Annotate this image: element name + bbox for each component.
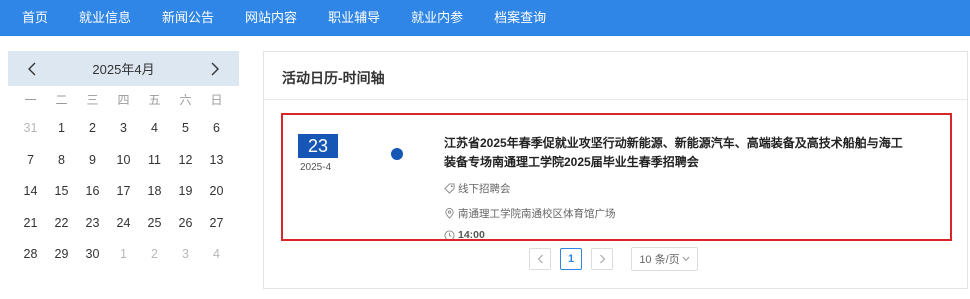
prev-page-button[interactable] <box>529 248 551 270</box>
nav-item-career-guidance[interactable]: 职业辅导 <box>317 0 391 36</box>
chevron-left-icon <box>537 254 543 264</box>
calendar-day[interactable]: 25 <box>139 208 170 240</box>
weekday-label: 日 <box>210 93 223 107</box>
calendar-day[interactable]: 24 <box>108 208 139 240</box>
event-type-label: 线下招聘会 <box>458 183 511 195</box>
event-card[interactable]: 23 2025-4 江苏省2025年春季促就业攻坚行动新能源、新能源汽车、高端装… <box>281 113 952 241</box>
chevron-down-icon <box>682 256 690 262</box>
pagination: 1 10 条/页 <box>529 247 698 271</box>
chevron-right-icon <box>211 62 219 75</box>
calendar-day[interactable]: 1 <box>108 239 139 271</box>
calendar-header: 2025年4月 <box>8 51 239 86</box>
nav-item-news[interactable]: 新闻公告 <box>151 0 225 36</box>
weekday-label: 二 <box>55 93 68 107</box>
calendar-day[interactable]: 4 <box>139 113 170 145</box>
calendar-day[interactable]: 13 <box>201 145 232 177</box>
nav-item-home[interactable]: 首页 <box>11 0 59 36</box>
calendar-day[interactable]: 3 <box>108 113 139 145</box>
clock-icon <box>444 229 455 239</box>
nav-item-site-content[interactable]: 网站内容 <box>234 0 308 36</box>
calendar-day[interactable]: 27 <box>201 208 232 240</box>
tag-icon <box>444 183 455 194</box>
calendar-days: 31 1 2 3 4 5 6 7 8 9 10 11 12 13 14 15 16 17 18 19 20 21 22 23 2… <box>8 113 239 271</box>
calendar-day[interactable]: 23 <box>77 208 108 240</box>
calendar-day[interactable]: 7 <box>15 145 46 177</box>
calendar-day[interactable]: 2 <box>139 239 170 271</box>
weekday-label: 六 <box>179 93 192 107</box>
calendar-day[interactable]: 31 <box>15 113 46 145</box>
calendar-day[interactable]: 16 <box>77 176 108 208</box>
top-nav: 首页 就业信息 新闻公告 网站内容 职业辅导 就业内参 档案查询 <box>0 0 970 36</box>
calendar-day[interactable]: 28 <box>15 239 46 271</box>
calendar-day[interactable]: 2 <box>77 113 108 145</box>
event-location-label: 南通理工学院南通校区体育馆广场 <box>458 208 616 220</box>
weekday-label: 一 <box>24 93 37 107</box>
calendar-day[interactable]: 21 <box>15 208 46 240</box>
calendar-day[interactable]: 19 <box>170 176 201 208</box>
next-page-button[interactable] <box>591 248 613 270</box>
calendar-day[interactable]: 30 <box>77 239 108 271</box>
calendar-day[interactable]: 15 <box>46 176 77 208</box>
event-day-badge: 23 <box>298 134 338 158</box>
page-size-label: 10 条/页 <box>639 254 680 266</box>
calendar-day[interactable]: 12 <box>170 145 201 177</box>
page-size-select[interactable]: 10 条/页 <box>631 247 698 271</box>
calendar-day[interactable]: 4 <box>201 239 232 271</box>
event-time-label: 14:00 <box>458 229 485 241</box>
next-month-button[interactable] <box>206 60 224 78</box>
weekday-label: 五 <box>148 93 161 107</box>
timeline-dot <box>391 148 403 160</box>
calendar-day[interactable]: 17 <box>108 176 139 208</box>
calendar-day[interactable]: 18 <box>139 176 170 208</box>
chevron-right-icon <box>599 254 605 264</box>
event-type: 线下招聘会 <box>444 181 511 196</box>
calendar-day[interactable]: 8 <box>46 145 77 177</box>
calendar-day[interactable]: 20 <box>201 176 232 208</box>
weekday-label: 三 <box>86 93 99 107</box>
location-pin-icon <box>445 208 454 219</box>
calendar-month-label: 2025年4月 <box>92 62 155 77</box>
event-location: 南通理工学院南通校区体育馆广场 <box>444 206 616 221</box>
calendar-day[interactable]: 9 <box>77 145 108 177</box>
calendar-day[interactable]: 5 <box>170 113 201 145</box>
calendar-day[interactable]: 1 <box>46 113 77 145</box>
calendar-day[interactable]: 14 <box>15 176 46 208</box>
calendar-weekdays: 一二三四五六日 <box>8 91 239 109</box>
event-title[interactable]: 江苏省2025年春季促就业攻坚行动新能源、新能源汽车、高端装备及高技术船舶与海工… <box>444 134 914 172</box>
prev-month-button[interactable] <box>23 60 41 78</box>
weekday-label: 四 <box>117 93 130 107</box>
calendar-day[interactable]: 6 <box>201 113 232 145</box>
calendar-day[interactable]: 22 <box>46 208 77 240</box>
page-number-button[interactable]: 1 <box>560 248 582 270</box>
chevron-left-icon <box>28 62 36 75</box>
nav-item-archive-query[interactable]: 档案查询 <box>483 0 557 36</box>
panel-divider <box>264 99 967 100</box>
calendar-day[interactable]: 29 <box>46 239 77 271</box>
event-year-month: 2025-4 <box>300 162 332 173</box>
calendar-day[interactable]: 11 <box>139 145 170 177</box>
calendar-day[interactable]: 26 <box>170 208 201 240</box>
event-time: 14:00 <box>444 229 485 241</box>
calendar-day[interactable]: 3 <box>170 239 201 271</box>
nav-item-employment-reference[interactable]: 就业内参 <box>400 0 474 36</box>
calendar-day[interactable]: 10 <box>108 145 139 177</box>
nav-item-job-info[interactable]: 就业信息 <box>68 0 142 36</box>
panel-title: 活动日历-时间轴 <box>282 70 385 86</box>
calendar: 2025年4月 一二三四五六日 31 1 2 3 4 5 6 7 8 9 10 11 12 13 14 15 1… <box>8 51 239 271</box>
